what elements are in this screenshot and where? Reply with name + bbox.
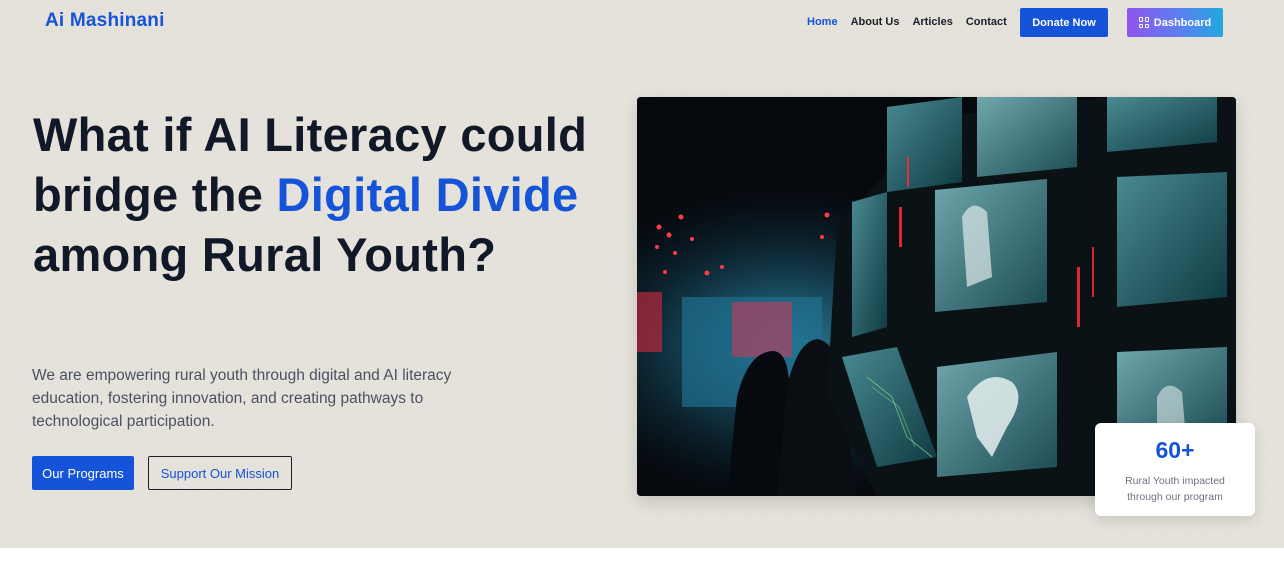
our-programs-button[interactable]: Our Programs bbox=[32, 456, 134, 490]
dashboard-button-label: Dashboard bbox=[1153, 16, 1212, 29]
nav-articles-link[interactable]: Articles bbox=[912, 15, 952, 29]
nav-contact-link[interactable]: Contact bbox=[966, 15, 1007, 29]
hero-subtext: We are empowering rural youth through di… bbox=[32, 367, 452, 430]
brand-logo[interactable]: Ai Mashinani bbox=[45, 10, 165, 32]
nav-home-link[interactable]: Home bbox=[807, 15, 838, 29]
grid-icon bbox=[1138, 17, 1150, 28]
headline-part-2: among Rural Youth? bbox=[33, 228, 497, 281]
headline-highlight: Digital Divide bbox=[276, 168, 579, 221]
hero-section: Ai Mashinani Home About Us Articles Cont… bbox=[0, 0, 1284, 548]
main-nav: Home About Us Articles Contact bbox=[807, 15, 1020, 29]
nav-about-link[interactable]: About Us bbox=[851, 15, 900, 29]
impact-stat-label: Rural Youth impacted through our program bbox=[1125, 475, 1225, 503]
donate-button[interactable]: Donate Now bbox=[1020, 8, 1108, 37]
impact-stat-value: 60+ bbox=[1155, 437, 1195, 463]
dashboard-button[interactable]: Dashboard bbox=[1127, 8, 1223, 37]
impact-stat-card: 60+ Rural Youth impacted through our pro… bbox=[1095, 423, 1255, 516]
hero-headline: What if AI Literacy could bridge the Dig… bbox=[33, 105, 643, 285]
support-mission-button[interactable]: Support Our Mission bbox=[148, 456, 292, 490]
